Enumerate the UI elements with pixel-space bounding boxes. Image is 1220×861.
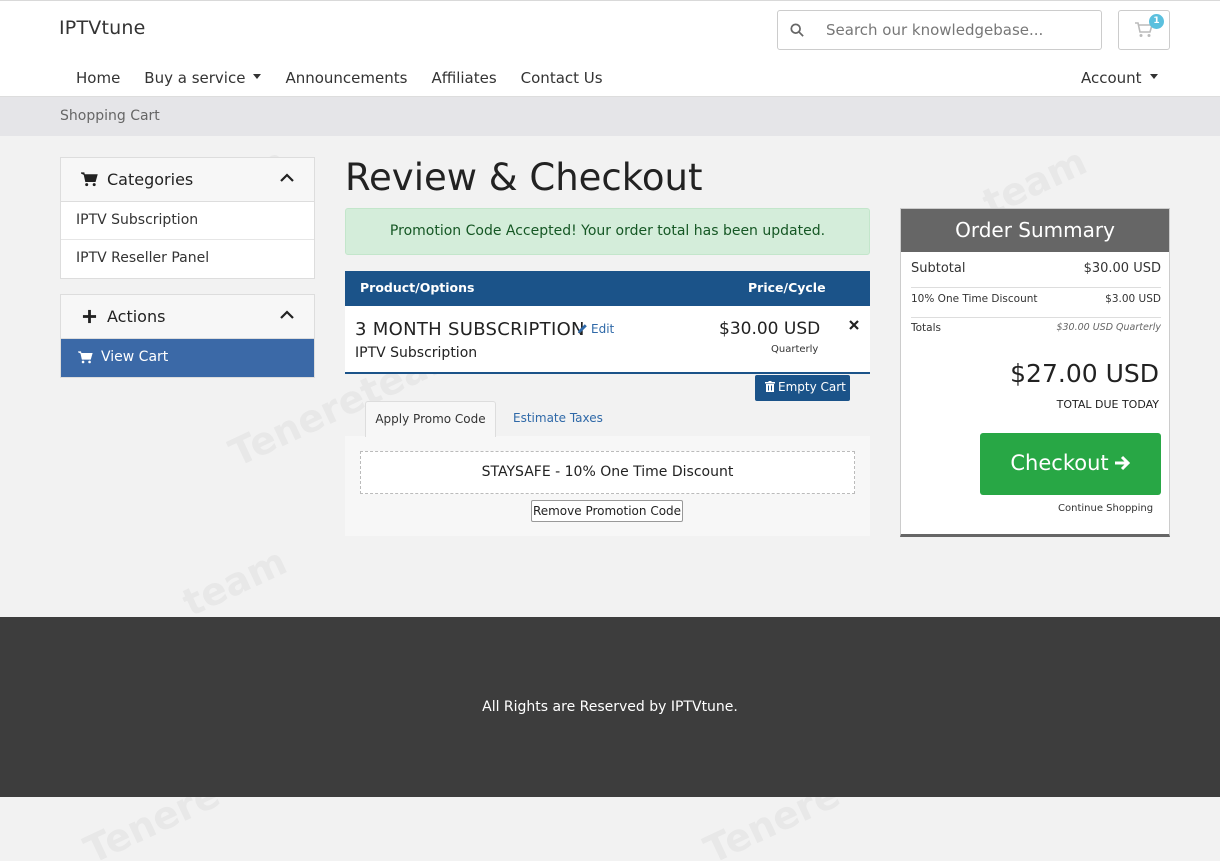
totals-row: Totals $30.00 USD Quarterly xyxy=(911,322,1161,342)
pencil-icon xyxy=(577,324,587,334)
product-price: $30.00 USD xyxy=(719,319,821,339)
categories-header[interactable]: Categories xyxy=(61,158,314,202)
promo-tabs: STAYSAFE - 10% One Time Discount Remove … xyxy=(345,401,870,536)
empty-cart-label: Empty Cart xyxy=(778,380,846,394)
footer-copyright: All Rights are Reserved by IPTVtune. xyxy=(482,699,738,715)
checkout-label: Checkout xyxy=(1010,451,1109,475)
cart-icon xyxy=(81,172,98,187)
cart-table-header: Product/Options Price/Cycle xyxy=(345,271,870,306)
nav-announcements[interactable]: Announcements xyxy=(285,69,407,87)
page-title: Review & Checkout xyxy=(345,156,703,199)
watermark: team xyxy=(175,538,294,626)
footer: All Rights are Reserved by IPTVtune. xyxy=(0,617,1220,797)
search-icon xyxy=(790,23,804,37)
subtotal-label: Subtotal xyxy=(911,261,966,276)
chevron-up-icon[interactable] xyxy=(280,310,294,320)
sidebar-item-view-cart[interactable]: View Cart xyxy=(61,339,314,377)
product-group: IPTV Subscription xyxy=(355,345,478,361)
cart-item-row: 3 MONTH SUBSCRIPTION Edit IPTV Subscript… xyxy=(345,306,870,374)
subtotal-value: $30.00 USD xyxy=(1083,261,1161,276)
sidebar-item-iptv-reseller-panel[interactable]: IPTV Reseller Panel xyxy=(61,240,314,278)
continue-shopping-link[interactable]: Continue Shopping xyxy=(1058,503,1153,514)
discount-row: 10% One Time Discount $3.00 USD xyxy=(911,293,1161,318)
chevron-up-icon[interactable] xyxy=(280,173,294,183)
categories-panel: Categories IPTV Subscription IPTV Resell… xyxy=(60,157,315,279)
account-menu[interactable]: Account xyxy=(1081,69,1158,87)
actions-title: Actions xyxy=(107,307,166,326)
breadcrumb: Shopping Cart xyxy=(60,108,160,124)
subtotal-row: Subtotal $30.00 USD xyxy=(911,261,1161,288)
search-input[interactable]: Search our knowledgebase... xyxy=(777,10,1102,50)
order-summary-title: Order Summary xyxy=(901,209,1169,252)
arrow-right-icon xyxy=(1114,455,1130,471)
site-logo[interactable]: IPTVtune xyxy=(59,17,146,39)
nav-home[interactable]: Home xyxy=(76,69,120,87)
tab-apply-promo-code[interactable]: Apply Promo Code xyxy=(365,401,496,437)
edit-link[interactable]: Edit xyxy=(577,322,614,336)
nav-affiliates[interactable]: Affiliates xyxy=(431,69,496,87)
plus-icon xyxy=(82,309,97,324)
edit-label: Edit xyxy=(591,322,615,336)
top-navbar: IPTVtune Search our knowledgebase... 1 H… xyxy=(0,0,1220,97)
col-price-cycle: Price/Cycle xyxy=(748,280,826,295)
cart-icon xyxy=(78,351,93,364)
totals-label: Totals xyxy=(911,322,941,334)
cart-button[interactable]: 1 xyxy=(1118,10,1170,50)
categories-title: Categories xyxy=(107,170,194,189)
sidebar-item-iptv-subscription[interactable]: IPTV Subscription xyxy=(61,202,314,240)
product-name: 3 MONTH SUBSCRIPTION xyxy=(355,319,585,340)
tab-content-promo: STAYSAFE - 10% One Time Discount Remove … xyxy=(345,436,870,536)
nav-buy-a-service[interactable]: Buy a service xyxy=(144,69,262,87)
discount-value: $3.00 USD xyxy=(1105,293,1161,305)
main-nav: Home Buy a service Announcements Affilia… xyxy=(76,69,627,87)
col-product-options: Product/Options xyxy=(360,280,475,295)
caret-down-icon xyxy=(253,74,262,79)
nav-label: Buy a service xyxy=(144,69,246,87)
empty-cart-button[interactable]: Empty Cart xyxy=(755,375,850,401)
total-due-amount: $27.00 USD xyxy=(1010,359,1159,388)
actions-panel: Actions View Cart xyxy=(60,294,315,378)
remove-promo-button[interactable]: Remove Promotion Code xyxy=(531,500,683,522)
breadcrumb-bar: Shopping Cart xyxy=(0,97,1220,136)
cart-count-badge: 1 xyxy=(1149,14,1164,29)
search-placeholder: Search our knowledgebase... xyxy=(826,21,1044,39)
view-cart-label: View Cart xyxy=(101,349,169,365)
checkout-button[interactable]: Checkout xyxy=(980,433,1161,495)
actions-header[interactable]: Actions xyxy=(61,295,314,339)
promo-success-alert: Promotion Code Accepted! Your order tota… xyxy=(345,208,870,255)
totals-value: $30.00 USD Quarterly xyxy=(1056,322,1161,333)
total-due-label: TOTAL DUE TODAY xyxy=(1056,398,1159,411)
caret-down-icon xyxy=(1149,74,1158,79)
remove-item-icon[interactable] xyxy=(848,319,860,331)
trash-icon xyxy=(765,381,775,392)
nav-contact-us[interactable]: Contact Us xyxy=(521,69,603,87)
tab-estimate-taxes[interactable]: Estimate Taxes xyxy=(513,401,603,435)
account-label: Account xyxy=(1081,69,1142,87)
order-summary: Order Summary Subtotal $30.00 USD 10% On… xyxy=(900,208,1170,537)
discount-label: 10% One Time Discount xyxy=(911,293,1038,305)
applied-promo-code: STAYSAFE - 10% One Time Discount xyxy=(360,451,855,494)
billing-cycle: Quarterly xyxy=(771,344,819,355)
